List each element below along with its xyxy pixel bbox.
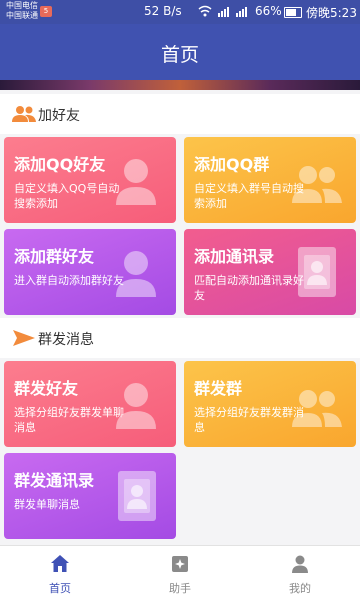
section-title: 加好友 (38, 108, 80, 124)
section-header-broadcast: 群发消息 (0, 318, 360, 358)
carrier-info: 中国电信 中国联通 (6, 1, 38, 21)
status-time: 傍晚5:23 (306, 6, 357, 20)
header-banner (0, 80, 360, 90)
card-title: 添加群好友 (14, 247, 95, 266)
group-icon (292, 166, 342, 203)
signal-icons (198, 4, 250, 21)
add-contacts-card[interactable]: 添加通讯录 匹配自动添加通讯录好友 (184, 229, 356, 315)
card-title: 群发好友 (14, 379, 79, 398)
section-header-add-friends: 加好友 (0, 94, 360, 134)
add-qq-friend-card[interactable]: 添加QQ好友 自定义填入QQ号自动搜索添加 (4, 137, 176, 223)
person-icon (116, 251, 156, 297)
carrier-1: 中国电信 (6, 1, 38, 10)
carrier-2: 中国联通 (6, 11, 38, 20)
people-icon (12, 106, 36, 122)
card-title: 群发通讯录 (14, 471, 95, 490)
bottom-navigation: 首页 助手 我的 (0, 545, 360, 601)
broadcast-contacts-card[interactable]: 群发通讯录 群发单聊消息 (4, 453, 176, 539)
group-icon (292, 390, 342, 427)
nav-label: 我的 (289, 582, 311, 595)
section-title: 群发消息 (38, 332, 94, 348)
card-title: 添加通讯录 (194, 247, 275, 266)
app-header: 首页 (0, 24, 360, 80)
person-icon (116, 159, 156, 205)
nav-profile[interactable]: 我的 (240, 546, 360, 601)
home-icon (51, 555, 69, 572)
broadcast-groups-card[interactable]: 群发群 选择分组好友群发群消息 (184, 361, 356, 447)
card-title: 添加QQ群 (194, 155, 270, 174)
nav-label: 首页 (49, 582, 71, 595)
profile-icon (292, 555, 308, 573)
network-speed: 52 B/s (144, 4, 182, 18)
status-bar: 中国电信 中国联通 5 52 B/s 66% 傍晚5:23 (0, 0, 360, 24)
assistant-icon (172, 556, 188, 572)
card-title: 群发群 (194, 379, 243, 398)
person-icon (116, 383, 156, 429)
battery-icon (284, 7, 302, 18)
add-group-members-card[interactable]: 添加群好友 进入群自动添加群好友 (4, 229, 176, 315)
card-title: 添加QQ好友 (14, 155, 106, 174)
battery-percent: 66% (255, 4, 282, 18)
contact-card-icon (118, 471, 156, 521)
add-qq-group-card[interactable]: 添加QQ群 自定义填入群号自动搜索添加 (184, 137, 356, 223)
nav-assistant[interactable]: 助手 (120, 546, 240, 601)
nav-label: 助手 (169, 582, 191, 595)
nav-home[interactable]: 首页 (0, 546, 120, 601)
wifi-signal-icon (198, 5, 247, 17)
page-title: 首页 (160, 44, 199, 66)
notification-badge: 5 (40, 6, 52, 17)
broadcast-friends-card[interactable]: 群发好友 选择分组好友群发单聊消息 (4, 361, 176, 447)
send-icon (13, 330, 35, 346)
contact-card-icon (298, 247, 336, 297)
